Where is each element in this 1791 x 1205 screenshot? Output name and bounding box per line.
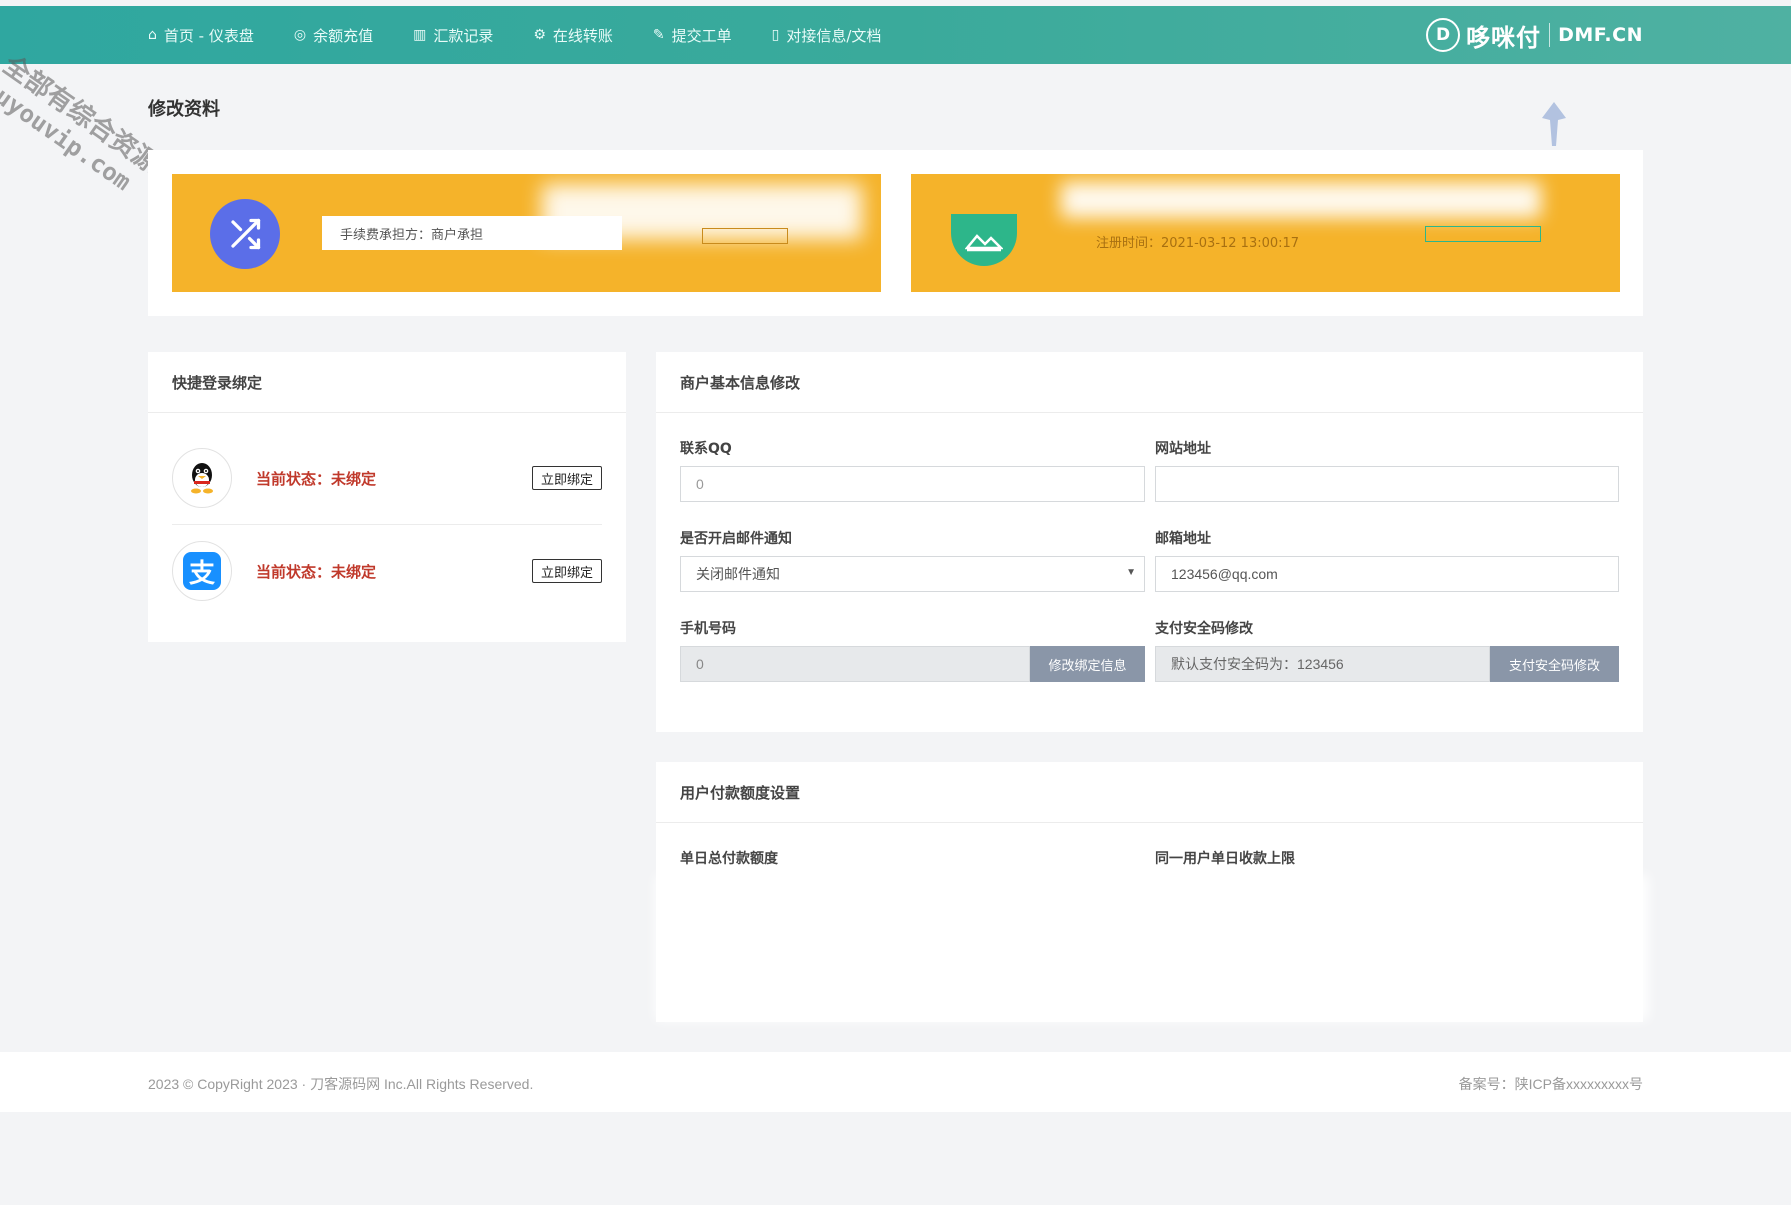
footer: 2023 © CopyRight 2023 · 刀客源码网 Inc.All Ri… (0, 1052, 1791, 1112)
shuffle-icon (210, 199, 280, 269)
bind-status: 当前状态：未绑定 (256, 469, 377, 488)
icp-number[interactable]: 备案号：陕ICP备xxxxxxxxx号 (1459, 1074, 1643, 1094)
copyright: 2023 © CopyRight 2023 · 刀客源码网 Inc.All Ri… (148, 1076, 534, 1092)
bar-chart-icon: ▥ (413, 27, 427, 43)
circle-dot-icon: ◎ (293, 27, 307, 43)
alipay-bind-row: 支 当前状态：未绑定 立即绑定 (172, 531, 602, 611)
email-input[interactable]: 123456@qq.com (1155, 556, 1619, 592)
card-title: 商户基本信息修改 (656, 352, 1643, 413)
brand-name: 哆咪付 (1466, 23, 1542, 52)
brand-domain: DMF.CN (1558, 24, 1643, 46)
mail-notify-value: 关闭邮件通知 (696, 566, 780, 582)
nav-item-docs[interactable]: ▯ 对接信息/文档 (772, 25, 882, 46)
qq-icon (172, 448, 232, 508)
pin-icon (1542, 102, 1566, 146)
top-navbar: ⌂ 首页 - 仪表盘 ◎ 余额充值 ▥ 汇款记录 ⚙ 在线转账 ✎ 提交工单 ▯ 对接信息/… (0, 6, 1791, 64)
document-icon: ▯ (771, 27, 780, 43)
email-label: 邮箱地址 (1155, 531, 1211, 547)
nav-item-remittance[interactable]: ▥ 汇款记录 (413, 25, 493, 46)
outline-box (1425, 226, 1541, 242)
qq-bind-button[interactable]: 立即绑定 (531, 466, 602, 490)
page-title: 修改资料 (148, 99, 220, 120)
phone-input: 0 (680, 646, 1030, 682)
per-user-label: 同一用户单日收款上限 (1155, 851, 1295, 867)
home-icon: ⌂ (148, 27, 157, 43)
blurred-region (1061, 182, 1541, 218)
edit-icon: ✎ (652, 27, 665, 43)
qq-label: 联系QQ (680, 441, 732, 457)
website-input[interactable] (1155, 466, 1619, 502)
qq-input[interactable]: 0 (680, 466, 1145, 502)
nav-item-recharge[interactable]: ◎ 余额充值 (294, 25, 373, 46)
outline-box (702, 228, 788, 244)
nav-item-ticket[interactable]: ✎ 提交工单 (653, 25, 732, 46)
pay-code-label: 支付安全码修改 (1155, 621, 1253, 637)
main-nav: ⌂ 首页 - 仪表盘 ◎ 余额充值 ▥ 汇款记录 ⚙ 在线转账 ✎ 提交工单 ▯ 对接信息/… (148, 6, 921, 64)
chevron-down-icon: ▼ (1126, 567, 1136, 578)
account-card: 注册时间：2021-03-12 13:00:17 (911, 174, 1620, 292)
blurred-region (656, 875, 1648, 1020)
mail-notify-label: 是否开启邮件通知 (680, 531, 792, 547)
register-time: 注册时间：2021-03-12 13:00:17 (1096, 236, 1300, 251)
nav-label: 汇款记录 (433, 26, 494, 45)
brand-logo-icon: D (1426, 18, 1461, 52)
qq-bind-row: 当前状态：未绑定 立即绑定 (172, 438, 602, 518)
edit-binding-button[interactable]: 修改绑定信息 (1030, 646, 1145, 682)
watermark-line2: douyouvip.com (0, 65, 137, 197)
merchant-info-card: 商户基本信息修改 联系QQ 0 网站地址 是否开启邮件通知 关闭邮件通知 ▼ 邮… (656, 352, 1643, 732)
quick-login-card: 快捷登录绑定 当前状态：未绑定 立即绑定 支 当前状态：未绑定 立即绑定 (148, 352, 626, 642)
nav-label: 余额充值 (313, 26, 374, 45)
bind-status: 当前状态：未绑定 (256, 562, 377, 581)
nav-item-transfer[interactable]: ⚙ 在线转账 (533, 25, 613, 46)
nav-label: 提交工单 (671, 26, 732, 45)
avatar (951, 214, 1017, 266)
divider (172, 524, 602, 525)
daily-total-label: 单日总付款额度 (680, 851, 778, 867)
fee-card: 手续费承担方：商户承担 (172, 174, 881, 292)
brand[interactable]: D 哆咪付 DMF.CN (1426, 6, 1643, 64)
brand-separator (1549, 23, 1551, 47)
website-label: 网站地址 (1155, 441, 1211, 457)
nav-label: 在线转账 (552, 26, 613, 45)
mail-notify-select[interactable]: 关闭邮件通知 ▼ (680, 556, 1145, 592)
nav-item-dashboard[interactable]: ⌂ 首页 - 仪表盘 (148, 25, 254, 46)
phone-label: 手机号码 (680, 621, 736, 637)
card-title: 快捷登录绑定 (148, 352, 626, 413)
alipay-icon: 支 (172, 541, 232, 601)
settings-icon: ⚙ (533, 27, 546, 43)
pay-code-input: 默认支付安全码为：123456 (1155, 646, 1490, 682)
card-title: 用户付款额度设置 (656, 762, 1643, 823)
alipay-bind-button[interactable]: 立即绑定 (531, 559, 602, 583)
nav-label: 对接信息/文档 (786, 26, 882, 45)
hero-panel: 手续费承担方：商户承担 注册时间：2021-03-12 13:00:17 (148, 150, 1643, 316)
pay-code-button[interactable]: 支付安全码修改 (1490, 646, 1619, 682)
nav-label: 首页 - 仪表盘 (163, 26, 254, 45)
